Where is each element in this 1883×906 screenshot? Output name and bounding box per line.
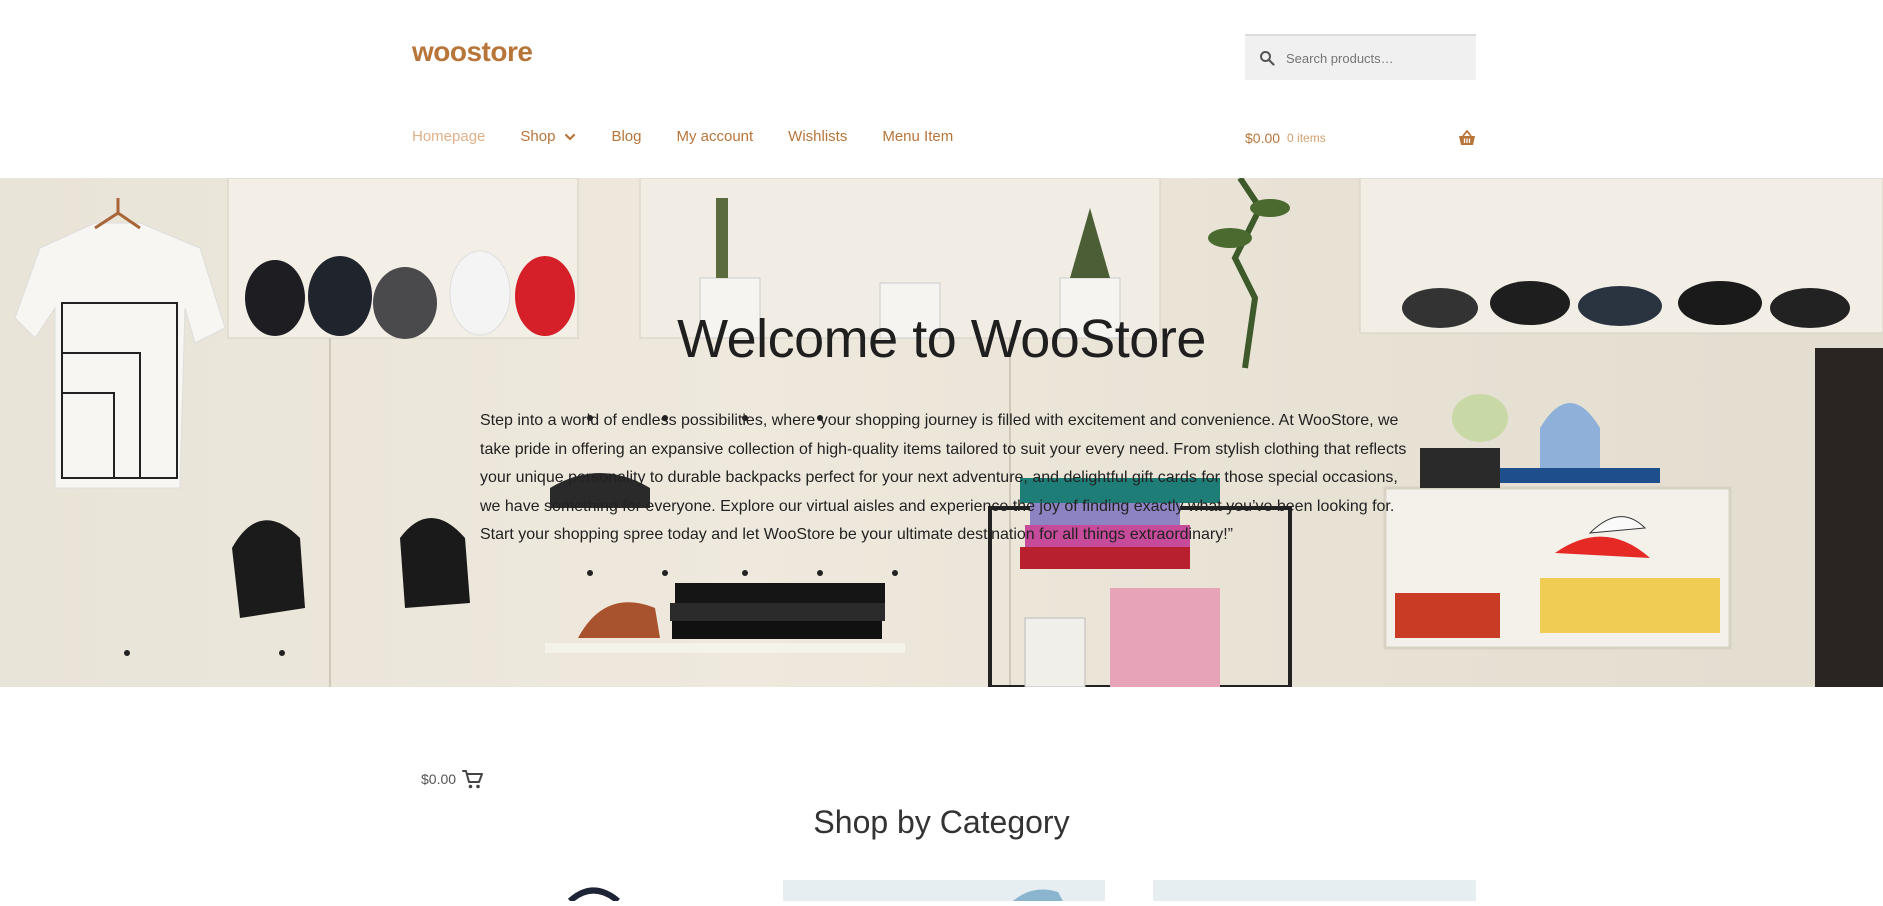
category-image [1013, 889, 1063, 901]
nav-item-blog[interactable]: Blog [611, 128, 641, 145]
category-tile[interactable] [480, 880, 802, 904]
site-header: woostore Homepage Shop Blog My account W… [0, 0, 1883, 178]
header-cart[interactable]: $0.00 0 items [1245, 130, 1476, 146]
primary-navigation: Homepage Shop Blog My account Wishlists … [412, 128, 988, 145]
nav-item-my-account[interactable]: My account [676, 128, 753, 145]
nav-item-label: Wishlists [788, 128, 848, 145]
product-search[interactable] [1245, 34, 1476, 80]
category-tile[interactable] [1153, 880, 1476, 901]
basket-icon [1459, 130, 1475, 145]
hero-title: Welcome to WooStore [677, 309, 1206, 369]
nav-item-label: Menu Item [882, 128, 954, 145]
nav-item-label: My account [676, 128, 754, 145]
search-icon [1260, 51, 1275, 66]
cart-amount: $0.00 [1245, 130, 1281, 146]
shop-by-category-heading: Shop by Category [813, 804, 1070, 840]
cart-icon [462, 770, 484, 789]
site-logo[interactable]: woostore [412, 36, 533, 68]
nav-item-homepage[interactable]: Homepage [412, 128, 485, 145]
search-input[interactable] [1284, 49, 1468, 67]
mini-cart-widget[interactable]: $0.00 [421, 768, 484, 790]
hero-banner: Welcome to WooStore Step into a world of… [0, 178, 1883, 687]
nav-item-wishlists[interactable]: Wishlists [788, 128, 847, 145]
hero-description: Step into a world of endless possibiliti… [480, 412, 1407, 543]
category-tile[interactable] [783, 880, 1105, 901]
nav-item-label: Shop [520, 128, 556, 145]
mini-cart-amount: $0.00 [421, 771, 457, 787]
nav-item-label: Blog [611, 128, 642, 145]
category-image [567, 887, 620, 904]
cart-item-count: 0 items [1287, 131, 1326, 145]
nav-item-label: Homepage [412, 128, 486, 145]
chevron-down-icon[interactable] [564, 131, 576, 143]
nav-item-menu-item[interactable]: Menu Item [882, 128, 953, 145]
nav-item-shop[interactable]: Shop [520, 128, 576, 145]
